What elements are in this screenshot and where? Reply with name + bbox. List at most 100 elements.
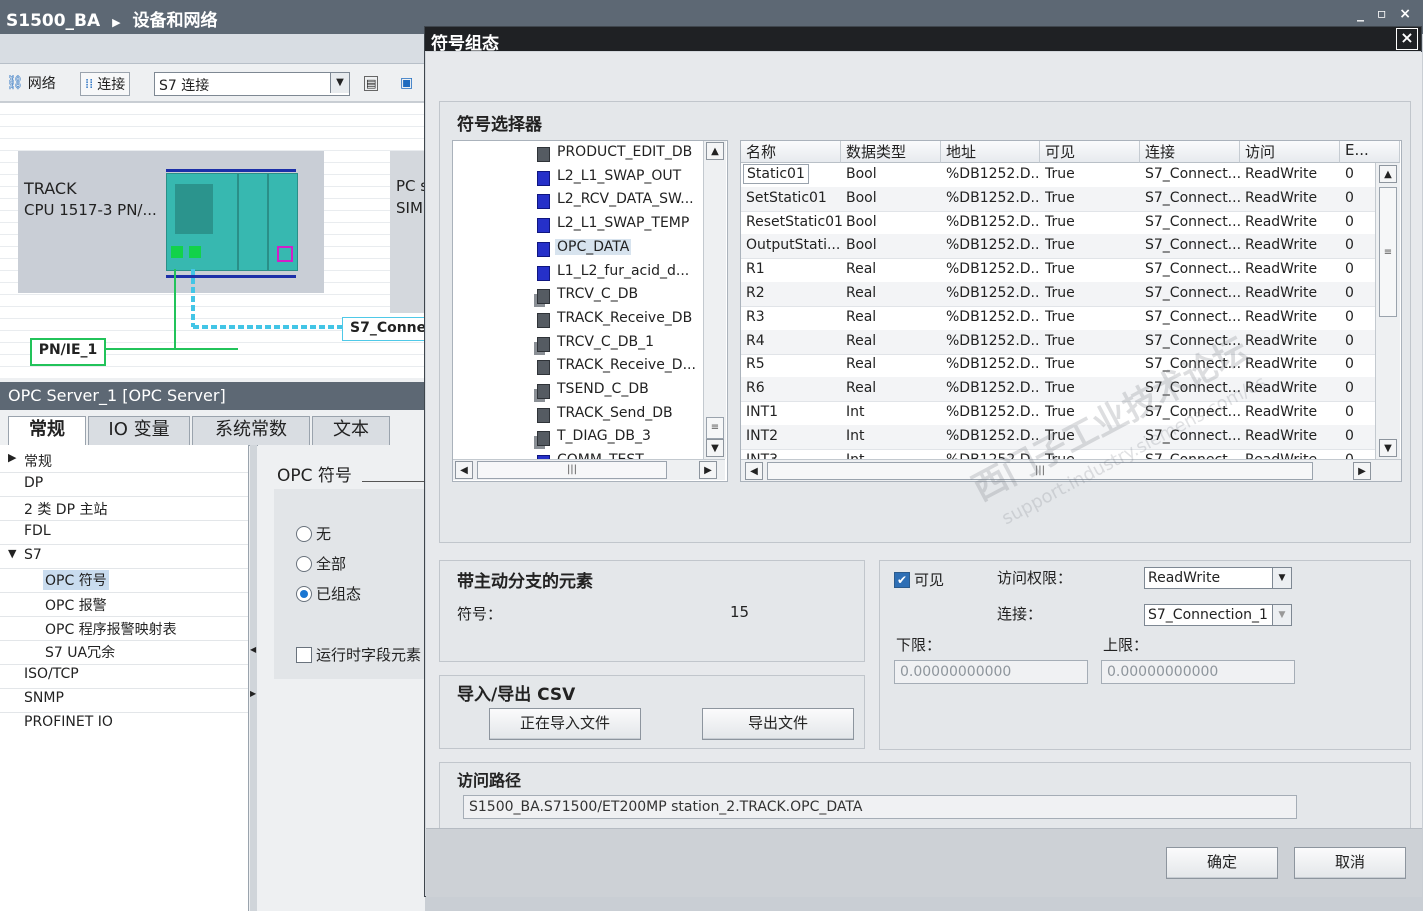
column-header[interactable]: 名称 bbox=[741, 141, 841, 163]
connections-view-button[interactable]: ⁞⁞ 连接 bbox=[80, 72, 131, 96]
window-controls[interactable]: _ ▫ × bbox=[1357, 6, 1415, 22]
column-header[interactable]: 地址 bbox=[941, 141, 1040, 163]
nav-item-profinet-io[interactable]: PROFINET IO bbox=[24, 714, 113, 730]
s7-connection-label[interactable]: S7_Conne bbox=[342, 317, 425, 341]
show-names-button[interactable]: ▤ bbox=[364, 72, 379, 94]
tree-item[interactable]: PRODUCT_EDIT_DB bbox=[453, 142, 703, 165]
chevron-down-icon[interactable]: ▼ bbox=[330, 73, 349, 93]
pane-splitter[interactable]: ◀ ▶ bbox=[250, 445, 257, 911]
splitter-right-arrow-icon[interactable]: ▶ bbox=[250, 689, 256, 698]
tab-texts[interactable]: 文本 bbox=[312, 416, 390, 446]
tree-item[interactable]: OPC_DATA bbox=[453, 237, 703, 260]
tree-item[interactable]: L2_RCV_DATA_SW... bbox=[453, 189, 703, 212]
lower-limit-field[interactable]: 0.00000000000 bbox=[894, 660, 1088, 684]
table-row[interactable]: INT1 Int %DB1252.D... True S7_Connect... Read… bbox=[741, 401, 1375, 426]
nav-item-opc-symbols[interactable]: OPC 符号 bbox=[43, 570, 109, 590]
nav-item-opc-alarm-mapping[interactable]: OPC 程序报警映射表 bbox=[45, 619, 177, 639]
table-scroll-thumb[interactable]: ≡ bbox=[1379, 187, 1397, 317]
close-icon[interactable]: × bbox=[1396, 28, 1418, 50]
breadcrumb-page[interactable]: 设备和网络 bbox=[133, 11, 218, 31]
column-header[interactable]: 可见 bbox=[1040, 141, 1140, 163]
radio-none[interactable]: 无 bbox=[296, 523, 331, 544]
nav-item-fdl[interactable]: FDL bbox=[24, 523, 51, 539]
network-view-button[interactable]: ⛓ 网络 bbox=[6, 72, 56, 94]
table-vertical-scrollbar[interactable]: ▲ ≡ ▼ bbox=[1375, 163, 1400, 459]
expand-arrow-icon[interactable]: ▶ bbox=[8, 451, 16, 464]
tree-item[interactable]: TRACK_Send_DB bbox=[453, 403, 703, 426]
scroll-up-icon[interactable]: ▲ bbox=[1379, 165, 1397, 183]
network-tools-button[interactable]: ▣ bbox=[400, 72, 413, 94]
check-icon[interactable]: ✔ bbox=[894, 571, 910, 588]
radio-configured[interactable]: 已组态 bbox=[296, 583, 361, 604]
scroll-down-icon[interactable]: ▼ bbox=[1379, 439, 1397, 457]
tree-item[interactable]: TRACK_Receive_D... bbox=[453, 355, 703, 378]
tree-item[interactable]: L1_L2_fur_acid_d... bbox=[453, 261, 703, 284]
radio-circle-selected[interactable] bbox=[296, 585, 312, 602]
table-row[interactable]: INT2 Int %DB1252.D... True S7_Connect... Read… bbox=[741, 424, 1375, 450]
nav-item-iso-tcp[interactable]: ISO/TCP bbox=[24, 666, 79, 682]
scroll-left-icon[interactable]: ◀ bbox=[745, 462, 763, 480]
scroll-right-icon[interactable]: ▶ bbox=[1353, 462, 1371, 480]
tree-hscroll-thumb[interactable]: ||| bbox=[477, 461, 667, 479]
checkbox-box[interactable] bbox=[296, 646, 312, 663]
radio-circle[interactable] bbox=[296, 525, 312, 542]
tree-vertical-scrollbar[interactable]: ▲ ≡ ▼ bbox=[703, 141, 726, 459]
nav-item-s7[interactable]: S7 bbox=[24, 547, 42, 563]
tree-item[interactable]: TRCV_C_DB bbox=[453, 284, 703, 307]
access-path-field[interactable]: S1500_BA.S71500/ET200MP station_2.TRACK.… bbox=[463, 795, 1297, 819]
tree-item[interactable]: T_DIAG_DB_3 bbox=[453, 426, 703, 449]
table-row[interactable]: OutputStati... Bool %DB1252.D... True S7_Con… bbox=[741, 234, 1375, 260]
scroll-right-icon[interactable]: ▶ bbox=[699, 461, 717, 479]
radio-circle[interactable] bbox=[296, 555, 312, 572]
tree-item[interactable]: L2_L1_SWAP_TEMP bbox=[453, 213, 703, 236]
import-file-button[interactable]: 正在导入文件 bbox=[489, 708, 641, 740]
tree-horizontal-scrollbar[interactable]: ◀ ||| ▶ bbox=[453, 459, 725, 480]
tree-item[interactable]: L2_L1_SWAP_OUT bbox=[453, 166, 703, 189]
tree-scroll-thumb[interactable]: ≡ bbox=[706, 417, 724, 439]
access-rights-select[interactable]: ReadWrite ▼ bbox=[1144, 567, 1292, 589]
tab-system-constants[interactable]: 系统常数 bbox=[192, 416, 310, 446]
chevron-down-icon[interactable]: ▼ bbox=[1272, 568, 1291, 588]
breadcrumb-project[interactable]: S1500_BA bbox=[6, 11, 100, 31]
table-row[interactable]: R5 Real %DB1252.D... True S7_Connect... ReadW… bbox=[741, 353, 1375, 379]
table-hscroll-thumb[interactable]: ||| bbox=[767, 462, 1313, 480]
table-row[interactable]: R1 Real %DB1252.D... True S7_Connect... ReadW… bbox=[741, 258, 1375, 284]
column-header[interactable]: 数据类型 bbox=[841, 141, 941, 163]
tab-io-tags[interactable]: IO 变量 bbox=[88, 416, 190, 446]
cancel-button[interactable]: 取消 bbox=[1294, 847, 1406, 879]
export-file-button[interactable]: 导出文件 bbox=[702, 708, 854, 740]
network-canvas[interactable]: TRACK CPU 1517-3 PN/... PC s SIM PN/IE_1… bbox=[0, 103, 425, 378]
column-header[interactable]: 访问 bbox=[1240, 141, 1340, 163]
scroll-left-icon[interactable]: ◀ bbox=[455, 461, 473, 479]
nav-item-snmp[interactable]: SNMP bbox=[24, 690, 64, 706]
chevron-down-icon[interactable]: ▼ bbox=[1272, 605, 1291, 625]
table-row[interactable]: R4 Real %DB1252.D... True S7_Connect... ReadW… bbox=[741, 329, 1375, 355]
visible-checkbox[interactable]: ✔ 可见 bbox=[894, 569, 944, 590]
nav-item-general[interactable]: 常规 bbox=[24, 451, 52, 471]
table-row[interactable]: Static01 Bool %DB1252.D... True S7_Connect..… bbox=[741, 163, 1375, 188]
ok-button[interactable]: 确定 bbox=[1166, 847, 1278, 879]
subnet-label[interactable]: PN/IE_1 bbox=[30, 338, 106, 366]
nav-item-opc-alarms[interactable]: OPC 报警 bbox=[45, 595, 107, 615]
connection-select[interactable]: S7_Connection_1 ▼ bbox=[1144, 604, 1292, 626]
scroll-up-icon[interactable]: ▲ bbox=[706, 142, 724, 160]
splitter-left-arrow-icon[interactable]: ◀ bbox=[250, 645, 256, 654]
nav-item-dp[interactable]: DP bbox=[24, 475, 43, 491]
table-row[interactable]: R2 Real %DB1252.D... True S7_Connect... ReadW… bbox=[741, 282, 1375, 307]
radio-all[interactable]: 全部 bbox=[296, 553, 346, 574]
tree-item[interactable]: TRACK_Receive_DB bbox=[453, 308, 703, 331]
table-row[interactable]: ResetStatic01 Bool %DB1252.D... True S7_Conn… bbox=[741, 211, 1375, 236]
table-row[interactable]: SetStatic01 Bool %DB1252.D... True S7_Connec… bbox=[741, 186, 1375, 212]
collapse-arrow-icon[interactable]: ▼ bbox=[8, 547, 16, 560]
table-row[interactable]: R6 Real %DB1252.D... True S7_Connect... ReadW… bbox=[741, 377, 1375, 403]
runtime-elements-checkbox[interactable]: 运行时字段元素 bbox=[296, 644, 421, 665]
column-header[interactable]: 连接 bbox=[1140, 141, 1240, 163]
tree-item[interactable]: TRCV_C_DB_1 bbox=[453, 332, 703, 355]
column-header[interactable]: E... bbox=[1340, 141, 1400, 163]
connection-type-select[interactable]: S7 连接 ▼ bbox=[154, 72, 350, 96]
scroll-down-icon[interactable]: ▼ bbox=[706, 439, 724, 457]
nav-item-s7-ua-redundancy[interactable]: S7 UA冗余 bbox=[45, 642, 115, 662]
nav-item-dp-master[interactable]: 2 类 DP 主站 bbox=[24, 499, 107, 519]
table-horizontal-scrollbar[interactable]: ◀ ||| ▶ bbox=[741, 459, 1401, 481]
table-row[interactable]: R3 Real %DB1252.D... True S7_Connect... ReadW… bbox=[741, 306, 1375, 331]
